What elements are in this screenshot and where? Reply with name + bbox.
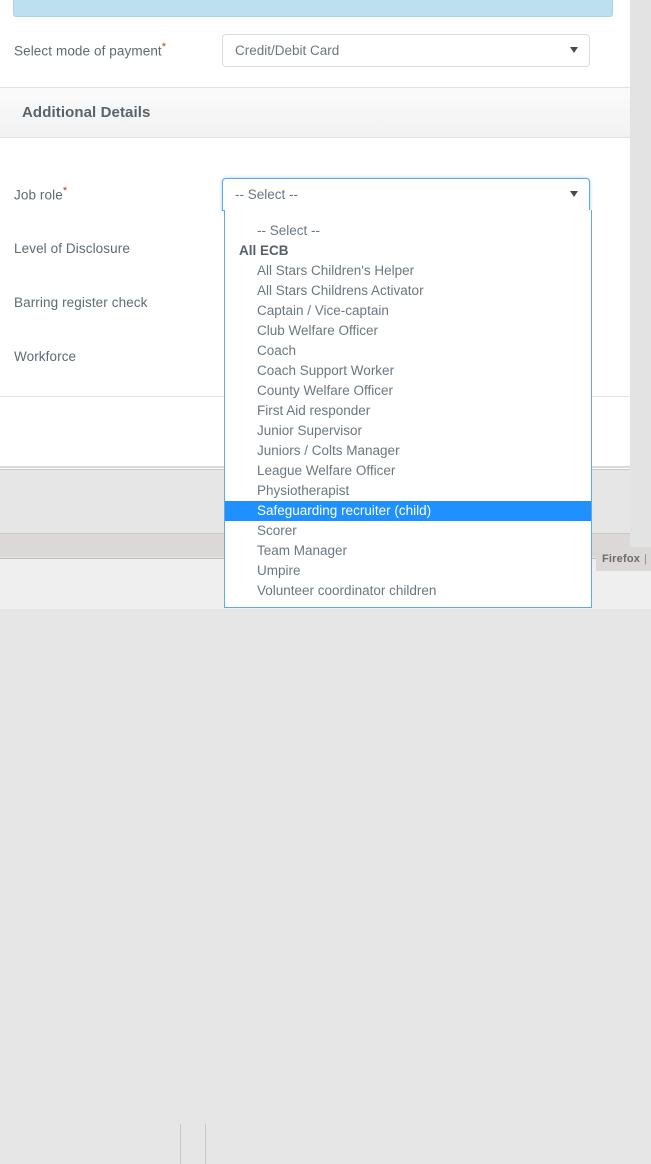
section-title: Additional Details xyxy=(22,104,151,121)
payment-select[interactable]: Credit/Debit Card xyxy=(222,33,590,67)
firefox-separator: | xyxy=(644,553,648,565)
dropdown-option[interactable]: Captain / Vice-captain xyxy=(225,301,591,321)
payment-select-value: Credit/Debit Card xyxy=(235,42,340,58)
payment-required-marker: * xyxy=(161,41,167,54)
taskbar-divider-2 xyxy=(205,1124,206,1164)
firefox-label: Firefox xyxy=(602,553,641,565)
dropdown-group-label: All ECB xyxy=(239,243,289,258)
dropdown-option[interactable]: -- Select -- xyxy=(225,221,591,241)
dropdown-option-selected[interactable]: Safeguarding recruiter (child) xyxy=(225,501,591,521)
dropdown-option[interactable]: League Welfare Officer xyxy=(225,461,591,481)
section-header-additional-details: Additional Details xyxy=(0,88,630,138)
job-role-label: Job role* xyxy=(14,185,222,203)
dropdown-option[interactable]: Umpire xyxy=(225,561,591,581)
payment-label-text: Select mode of payment xyxy=(14,43,162,59)
dropdown-option[interactable]: County Welfare Officer xyxy=(225,381,591,401)
level-of-disclosure-label: Level of Disclosure xyxy=(14,240,130,256)
job-role-select-value: -- Select -- xyxy=(235,186,299,202)
barring-register-check-label: Barring register check xyxy=(14,294,148,310)
job-role-option-list: -- Select -- All ECB All Stars Children's … xyxy=(225,210,591,601)
dropdown-option[interactable]: Club Welfare Officer xyxy=(225,321,591,341)
dropdown-option[interactable]: All Stars Children's Helper xyxy=(225,261,591,281)
dropdown-option[interactable]: Junior Supervisor xyxy=(225,421,591,441)
dropdown-option[interactable]: Coach xyxy=(225,341,591,361)
job-role-required-marker: * xyxy=(62,185,68,198)
taskbar-divider-1 xyxy=(180,1124,181,1164)
form-row-payment: Select mode of payment* Credit/Debit Car… xyxy=(0,26,630,74)
dropdown-option[interactable]: Team Manager xyxy=(225,541,591,561)
dropdown-option[interactable]: All Stars Childrens Activator xyxy=(225,281,591,301)
dropdown-option[interactable]: First Aid responder xyxy=(225,401,591,421)
dropdown-option[interactable]: Volunteer coordinator children xyxy=(225,581,591,601)
dropdown-option[interactable]: Juniors / Colts Manager xyxy=(225,441,591,461)
job-role-label-text: Job role xyxy=(14,187,63,203)
desktop-right-gutter xyxy=(630,0,651,608)
chevron-down-icon xyxy=(570,47,578,53)
dropdown-option[interactable]: Scorer xyxy=(225,521,591,541)
dropdown-option[interactable]: Coach Support Worker xyxy=(225,361,591,381)
payment-label: Select mode of payment* xyxy=(14,41,222,59)
chevron-down-icon xyxy=(570,191,578,197)
info-alert-bar xyxy=(13,0,613,17)
job-role-dropdown-list[interactable]: -- Select -- All ECB All Stars Children's … xyxy=(224,210,592,608)
taskbar-item-firefox[interactable]: Firefox | xyxy=(596,547,651,571)
dropdown-option[interactable]: Physiotherapist xyxy=(225,481,591,501)
workforce-label: Workforce xyxy=(14,348,77,364)
job-role-select[interactable]: -- Select -- xyxy=(222,177,590,211)
